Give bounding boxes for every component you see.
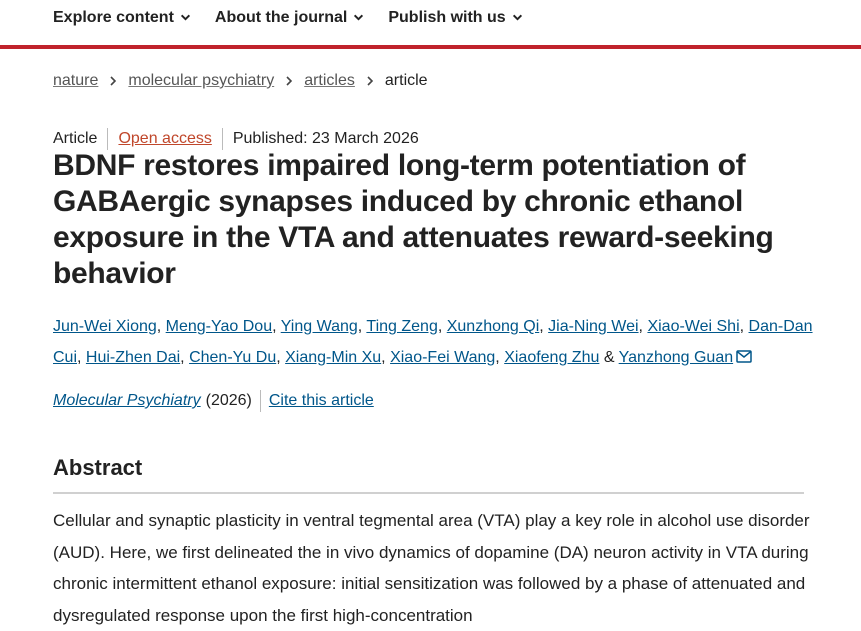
author-link[interactable]: Hui-Zhen Dai bbox=[86, 349, 180, 366]
nav-about-journal-label: About the journal bbox=[214, 8, 348, 26]
author-link[interactable]: Jun-Wei Xiong bbox=[53, 318, 157, 335]
author-link[interactable]: Meng-Yao Dou bbox=[166, 318, 272, 335]
article-type: Article bbox=[53, 130, 98, 147]
divider bbox=[221, 128, 223, 150]
author-link[interactable]: Xunzhong Qi bbox=[447, 318, 540, 335]
author-conjunction: & bbox=[603, 349, 615, 366]
chevron-down-icon bbox=[354, 14, 364, 21]
citation-year: (2026) bbox=[205, 392, 252, 409]
breadcrumb-nature[interactable]: nature bbox=[53, 72, 98, 90]
chevron-down-icon bbox=[180, 14, 190, 21]
journal-link[interactable]: Molecular Psychiatry bbox=[53, 392, 201, 410]
divider bbox=[259, 390, 261, 412]
abstract-text: Cellular and synaptic plasticity in vent… bbox=[53, 511, 810, 625]
author-link[interactable]: Ying Wang bbox=[281, 318, 358, 335]
citation-line: Molecular Psychiatry (2026) Cite this ar… bbox=[53, 390, 374, 412]
author-link[interactable]: Xiaofeng Zhu bbox=[504, 349, 599, 366]
author-link[interactable]: Xiao-Fei Wang bbox=[390, 349, 495, 366]
author-list: Jun-Wei Xiong, Meng-Yao Dou, Ying Wang, … bbox=[53, 318, 813, 366]
abstract-divider bbox=[53, 492, 804, 494]
chevron-right-icon bbox=[110, 76, 117, 86]
author-link[interactable]: Xiao-Wei Shi bbox=[647, 318, 739, 335]
cite-this-article-link[interactable]: Cite this article bbox=[269, 392, 374, 410]
article-meta: Article Open access Published: 23 March … bbox=[53, 128, 419, 150]
nav-about-journal[interactable]: About the journal bbox=[215, 9, 364, 27]
breadcrumb-current: article bbox=[384, 72, 428, 89]
author-link[interactable]: Jia-Ning Wei bbox=[548, 318, 638, 335]
nav-explore-content-label: Explore content bbox=[53, 8, 174, 26]
breadcrumb-molecular-psychiatry[interactable]: molecular psychiatry bbox=[128, 72, 274, 90]
nav-explore-content[interactable]: Explore content bbox=[53, 9, 191, 27]
article-title: BDNF restores impaired long-term potenti… bbox=[53, 149, 774, 290]
top-navigation: Explore content About the journal Publis… bbox=[0, 0, 861, 49]
nav-publish-with-us[interactable]: Publish with us bbox=[388, 9, 522, 27]
chevron-right-icon bbox=[367, 76, 374, 86]
published-date: Published: 23 March 2026 bbox=[232, 130, 419, 147]
chevron-right-icon bbox=[286, 76, 293, 86]
abstract-heading: Abstract bbox=[53, 455, 143, 480]
breadcrumb: nature molecular psychiatry articles art… bbox=[53, 72, 428, 90]
envelope-icon[interactable] bbox=[736, 350, 752, 363]
chevron-down-icon bbox=[512, 14, 522, 21]
breadcrumb-articles[interactable]: articles bbox=[304, 72, 355, 90]
author-link[interactable]: Xiang-Min Xu bbox=[285, 349, 381, 366]
open-access-link[interactable]: Open access bbox=[118, 130, 211, 148]
author-link[interactable]: Chen-Yu Du bbox=[189, 349, 276, 366]
corresponding-author-link[interactable]: Yanzhong Guan bbox=[619, 349, 733, 366]
nav-publish-with-us-label: Publish with us bbox=[388, 8, 506, 26]
divider bbox=[107, 128, 109, 150]
author-link[interactable]: Ting Zeng bbox=[366, 318, 437, 335]
